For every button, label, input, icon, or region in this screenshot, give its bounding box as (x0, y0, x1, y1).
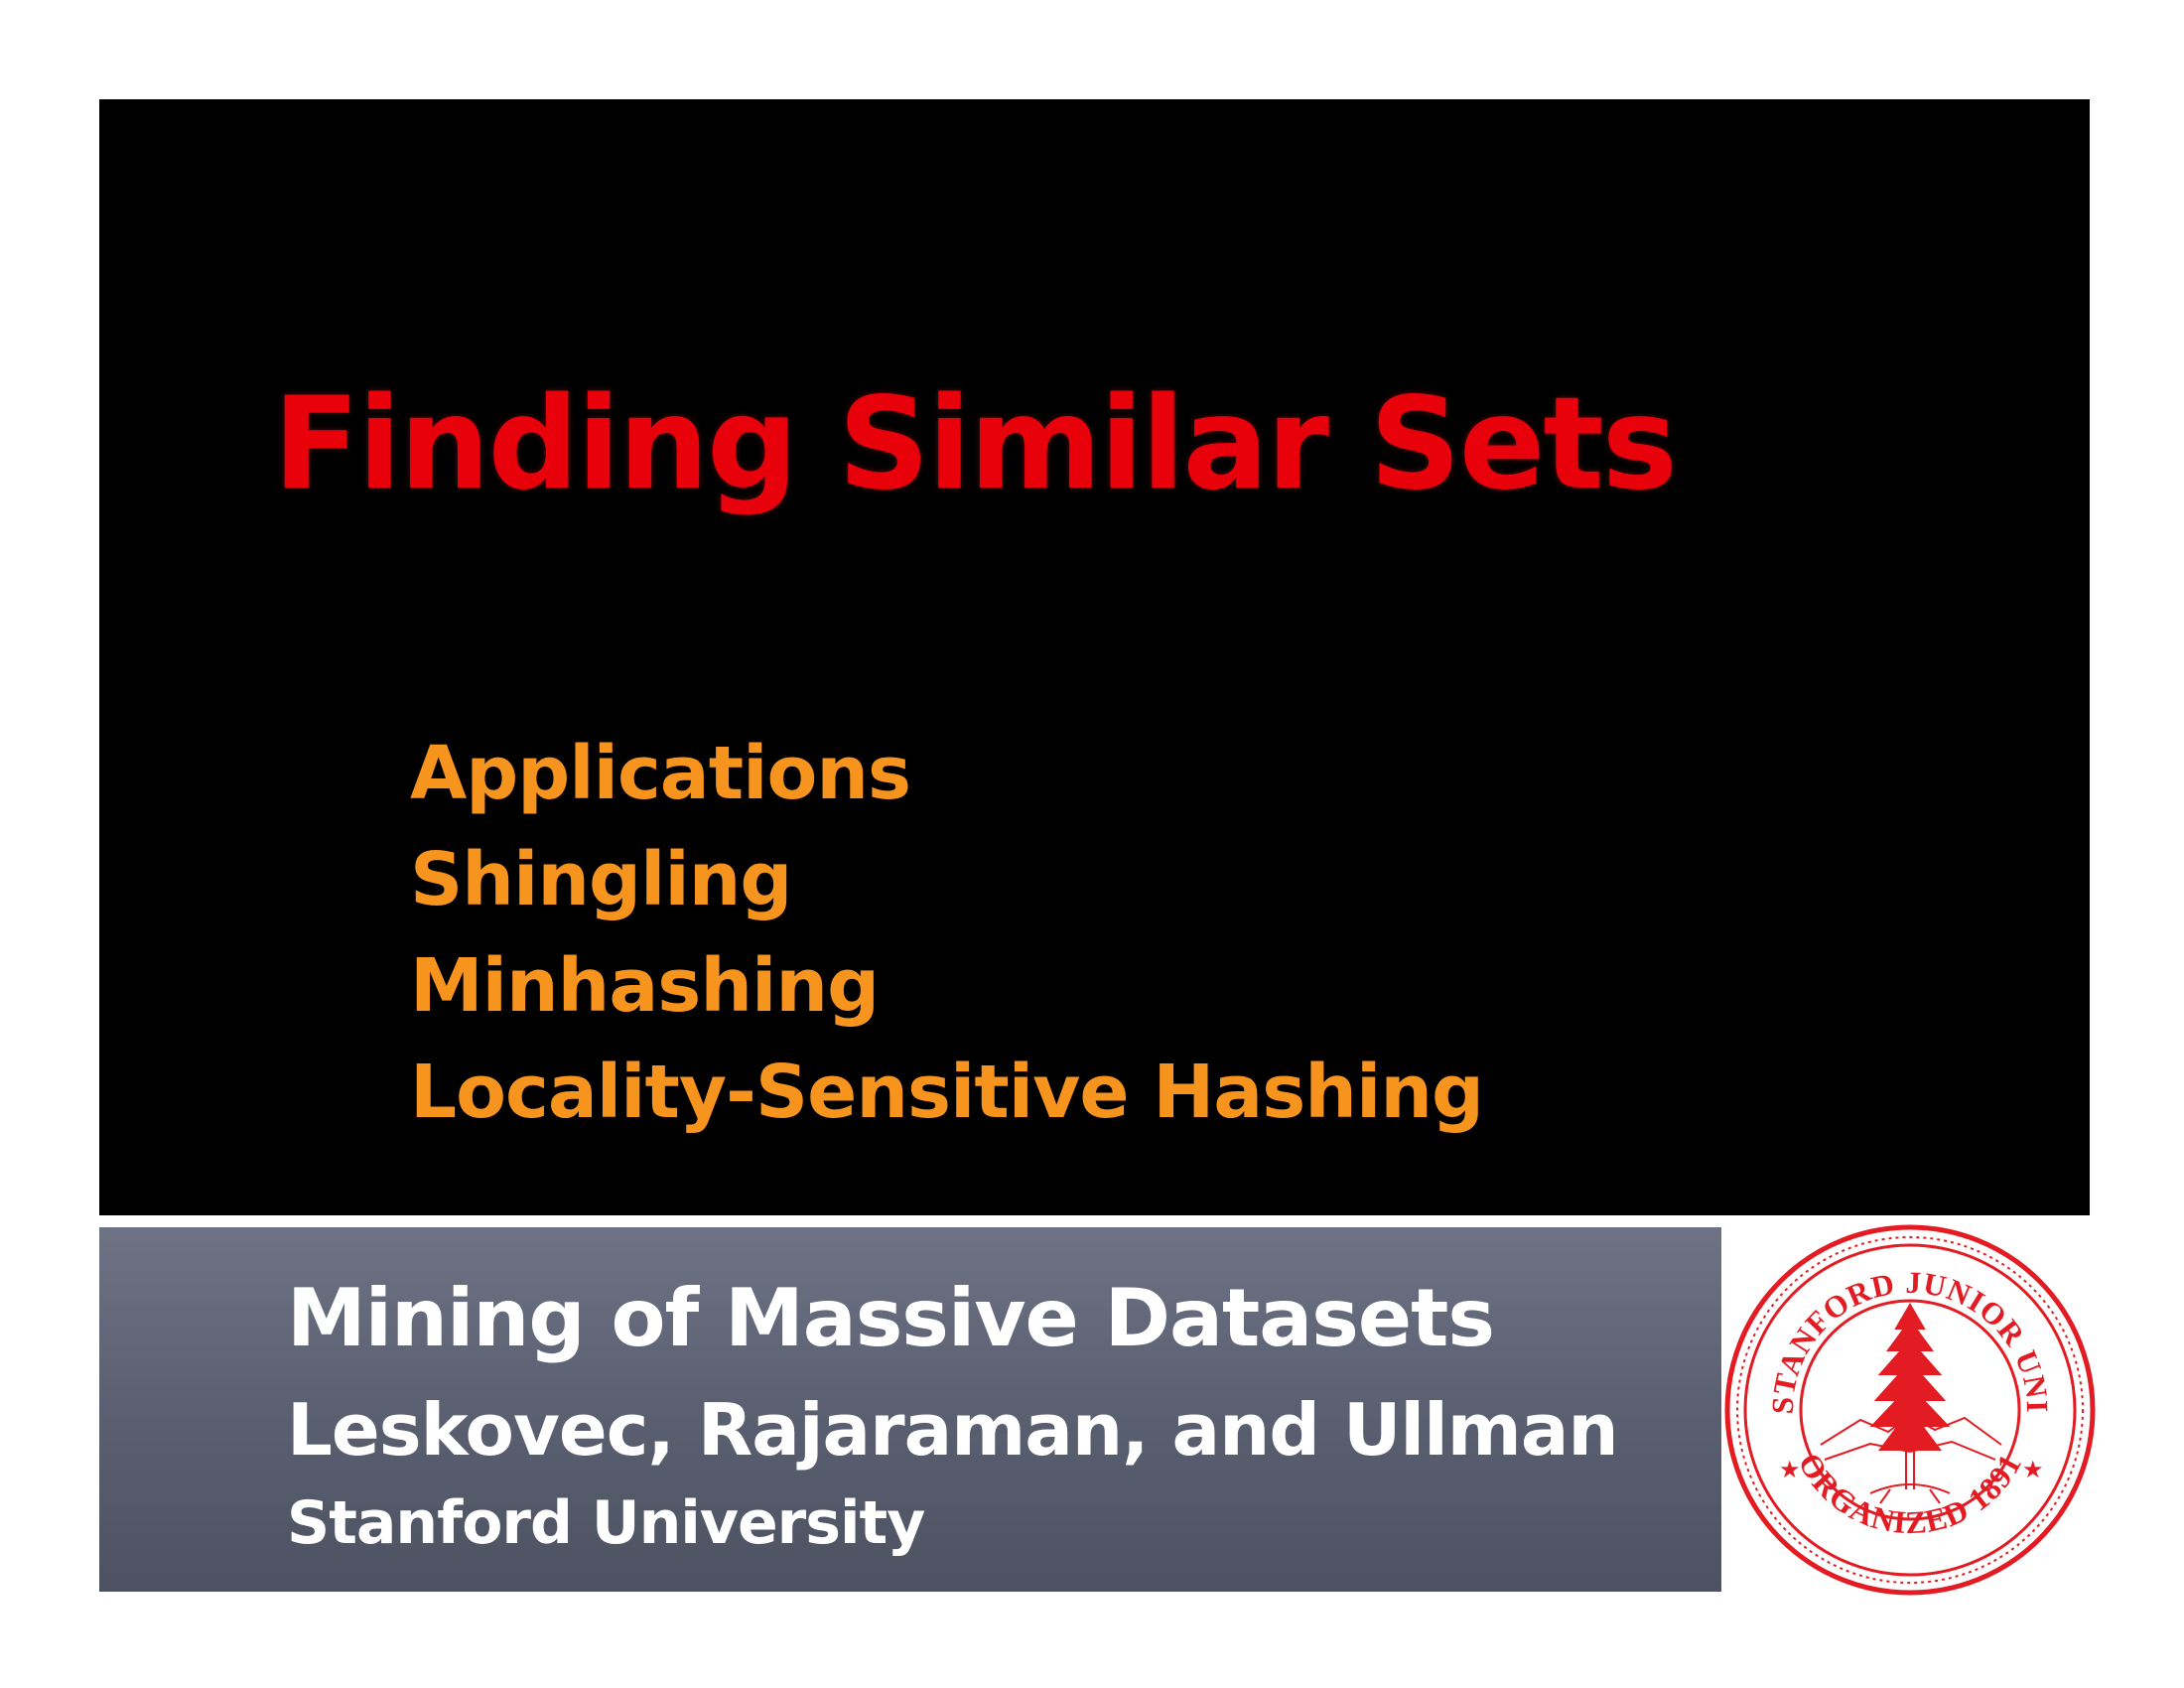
title-panel: Finding Similar Sets Applications Shingl… (99, 99, 2090, 1215)
course-institution: Stanford University (287, 1488, 925, 1558)
svg-text:★: ★ (1779, 1458, 1801, 1483)
topic-item: Shingling (410, 837, 792, 922)
course-title: Mining of Massive Datasets (287, 1272, 1495, 1364)
svg-text:★: ★ (2022, 1458, 2044, 1483)
topic-item: Locality-Sensitive Hashing (410, 1050, 1484, 1135)
svg-text:ORGANIZED 1891: ORGANIZED 1891 (1792, 1447, 2029, 1540)
redwood-tree-icon (1820, 1303, 2002, 1504)
slide-title: Finding Similar Sets (273, 370, 1678, 518)
stanford-seal-logo: LELAND STANFORD JUNIOR UNIVERSITY ORGANI… (1721, 1221, 2096, 1596)
topic-list: Applications Shingling Minhashing Locali… (410, 721, 1484, 1146)
topic-item: Applications (410, 731, 911, 816)
course-authors: Leskovec, Rajaraman, and Ullman (287, 1388, 1619, 1472)
course-panel: Mining of Massive Datasets Leskovec, Raj… (99, 1227, 1721, 1592)
topic-item: Minhashing (410, 943, 880, 1029)
